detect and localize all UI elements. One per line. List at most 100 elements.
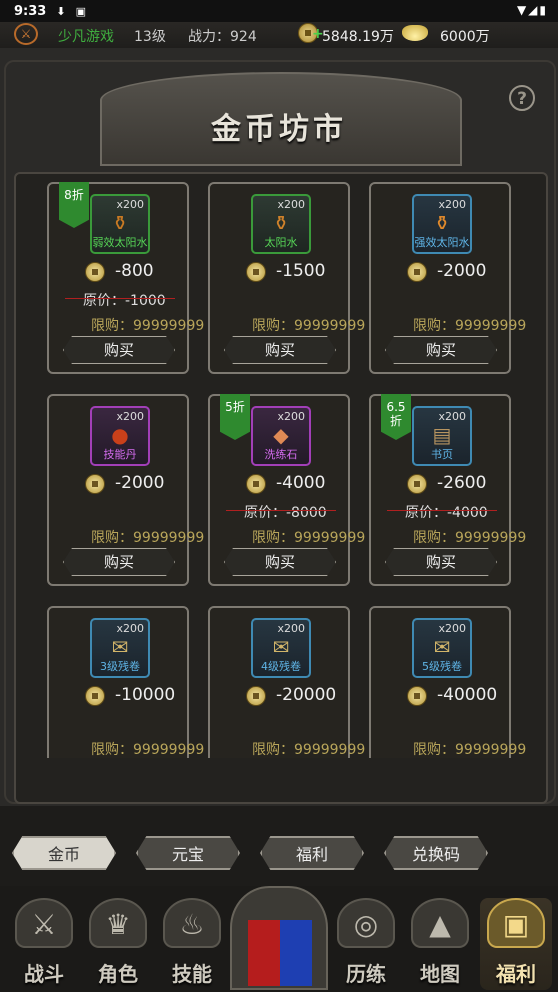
- tab-welfare[interactable]: 福利: [260, 836, 364, 870]
- coin-icon: [246, 686, 266, 706]
- shop-item-card: x200 ✉ 4级残卷 -20000 限购：99999999 购买: [208, 606, 365, 758]
- tab-gold[interactable]: 金币: [12, 836, 116, 870]
- nav-label: 福利: [496, 962, 536, 986]
- item-name: 3级残卷: [100, 660, 140, 673]
- purchase-limit: 限购：99999999: [91, 742, 205, 758]
- ingot-amount: 6000万: [440, 29, 490, 45]
- buy-button[interactable]: 购买: [385, 336, 497, 364]
- item-name: 洗练石: [264, 448, 298, 461]
- book-page-icon: ▤: [432, 423, 452, 447]
- shop-item-card: x200 ● 技能丹 -2000 限购：99999999 购买: [47, 394, 204, 586]
- item-price: -4000: [276, 473, 326, 493]
- nav-welfare[interactable]: ▣ 福利: [480, 898, 552, 990]
- nav-battle[interactable]: ⚔ 战斗: [8, 898, 80, 990]
- shop-item-card: x200 ⚱ 强效太阳水 -2000 限购：99999999 购买: [369, 182, 526, 374]
- potion-icon: ⚱: [272, 211, 290, 235]
- item-name: 强效太阳水: [414, 236, 470, 249]
- help-icon[interactable]: ?: [509, 85, 535, 111]
- item-price: -20000: [276, 685, 337, 705]
- coin-icon: [85, 262, 105, 282]
- original-price: 原价：-8000: [244, 505, 327, 521]
- buy-button[interactable]: 购买: [385, 548, 497, 576]
- nav-label: 技能: [172, 962, 212, 986]
- shop-tabs: 金币 元宝 福利 兑换码: [0, 830, 558, 876]
- player-info-bar: ⚔ 少凡游戏 13级 战力：924 + 5848.19万 6000万: [0, 22, 558, 49]
- discount-badge: 8折: [59, 182, 89, 228]
- system-icons: ▼◢▮: [516, 3, 548, 17]
- coin-icon: [407, 686, 427, 706]
- item-name: 技能丹: [103, 448, 137, 461]
- gold-amount: 5848.19万: [322, 29, 394, 45]
- swords-icon: ⚔: [15, 898, 73, 948]
- shop-item-card: x200 ⚱ 太阳水 -1500 限购：99999999 购买: [208, 182, 365, 374]
- buy-button[interactable]: 购买: [224, 336, 336, 364]
- discount-badge: 6.5折: [381, 394, 411, 440]
- bottom-nav: ⚔ 战斗 ♛ 角色 ♨ 技能 ◎ 历练 ▲ 地图 ▣ 福利: [0, 886, 558, 992]
- item-price: -10000: [115, 685, 176, 705]
- shop-item-card: x200 ◆ 洗练石 5折 -4000 原价：-8000 限购：99999999…: [208, 394, 365, 586]
- player-avatar-icon[interactable]: ⚔: [14, 23, 38, 45]
- potion-icon: ⚱: [111, 211, 129, 235]
- nav-experience[interactable]: ◎ 历练: [330, 898, 402, 990]
- coin-icon: [246, 262, 266, 282]
- item-slot[interactable]: x200 ▤ 书页: [412, 406, 472, 466]
- pill-icon: ●: [111, 423, 129, 447]
- shop-item-card: x200 ⚱ 弱效太阳水 8折 -800 原价：-1000 限购：9999999…: [47, 182, 204, 374]
- buy-button[interactable]: 购买: [224, 548, 336, 576]
- item-slot[interactable]: x200 ✉ 5级残卷: [412, 618, 472, 678]
- item-slot[interactable]: x200 ● 技能丹: [90, 406, 150, 466]
- buy-button[interactable]: 购买: [63, 548, 175, 576]
- gate-red-door: [248, 920, 280, 986]
- item-price: -800: [115, 261, 154, 281]
- purchase-limit: 限购：99999999: [91, 530, 205, 546]
- scroll-icon: ✉: [433, 635, 451, 659]
- tab-redeem-code[interactable]: 兑换码: [384, 836, 488, 870]
- item-slot[interactable]: x200 ⚱ 强效太阳水: [412, 194, 472, 254]
- mountain-icon: ▲: [411, 898, 469, 948]
- strikethrough-line: [226, 510, 336, 511]
- item-price: -2000: [437, 261, 487, 281]
- stone-icon: ◆: [273, 423, 289, 447]
- item-slot[interactable]: x200 ⚱ 太阳水: [251, 194, 311, 254]
- shop-item-card: x200 ✉ 3级残卷 -10000 限购：99999999 购买: [47, 606, 204, 758]
- item-price: -40000: [437, 685, 498, 705]
- purchase-limit: 限购：99999999: [252, 742, 366, 758]
- item-slot[interactable]: x200 ⚱ 弱效太阳水: [90, 194, 150, 254]
- original-price: 原价：-1000: [83, 293, 166, 309]
- nav-skills[interactable]: ♨ 技能: [156, 898, 228, 990]
- coin-icon: [407, 262, 427, 282]
- item-slot[interactable]: x200 ✉ 3级残卷: [90, 618, 150, 678]
- coin-icon: [85, 474, 105, 494]
- purchase-limit: 限购：99999999: [413, 530, 527, 546]
- status-time: 9:33: [14, 3, 47, 19]
- potion-icon: ⚱: [433, 211, 451, 235]
- coin-icon: [85, 686, 105, 706]
- nav-character[interactable]: ♛ 角色: [82, 898, 154, 990]
- helmet-icon: ♛: [89, 898, 147, 948]
- player-level: 13级: [134, 29, 166, 45]
- nav-map[interactable]: ▲ 地图: [404, 898, 476, 990]
- discount-badge: 5折: [220, 394, 250, 440]
- strikethrough-line: [387, 510, 497, 511]
- item-price: -2600: [437, 473, 487, 493]
- coin-icon: [407, 474, 427, 494]
- buy-button[interactable]: 购买: [63, 336, 175, 364]
- item-slot[interactable]: x200 ✉ 4级残卷: [251, 618, 311, 678]
- treasure-chest-icon: ▣: [487, 898, 545, 948]
- spiral-icon: ◎: [337, 898, 395, 948]
- purchase-limit: 限购：99999999: [252, 530, 366, 546]
- portal-gate-button[interactable]: [230, 886, 328, 990]
- nav-label: 战斗: [24, 962, 64, 986]
- purchase-limit: 限购：99999999: [413, 318, 527, 334]
- ingot-icon: [402, 25, 428, 41]
- nav-label: 地图: [420, 962, 460, 986]
- flame-icon: ♨: [163, 898, 221, 948]
- status-bar: 9:33 ⬇ ▣ ▼◢▮: [0, 0, 558, 22]
- tab-ingot[interactable]: 元宝: [136, 836, 240, 870]
- shop-item-card: x200 ▤ 书页 6.5折 -2600 原价：-4000 限购：9999999…: [369, 394, 526, 586]
- item-slot[interactable]: x200 ◆ 洗练石: [251, 406, 311, 466]
- item-price: -2000: [115, 473, 165, 493]
- item-price: -1500: [276, 261, 326, 281]
- item-name: 弱效太阳水: [92, 236, 148, 249]
- nav-label: 历练: [346, 962, 386, 986]
